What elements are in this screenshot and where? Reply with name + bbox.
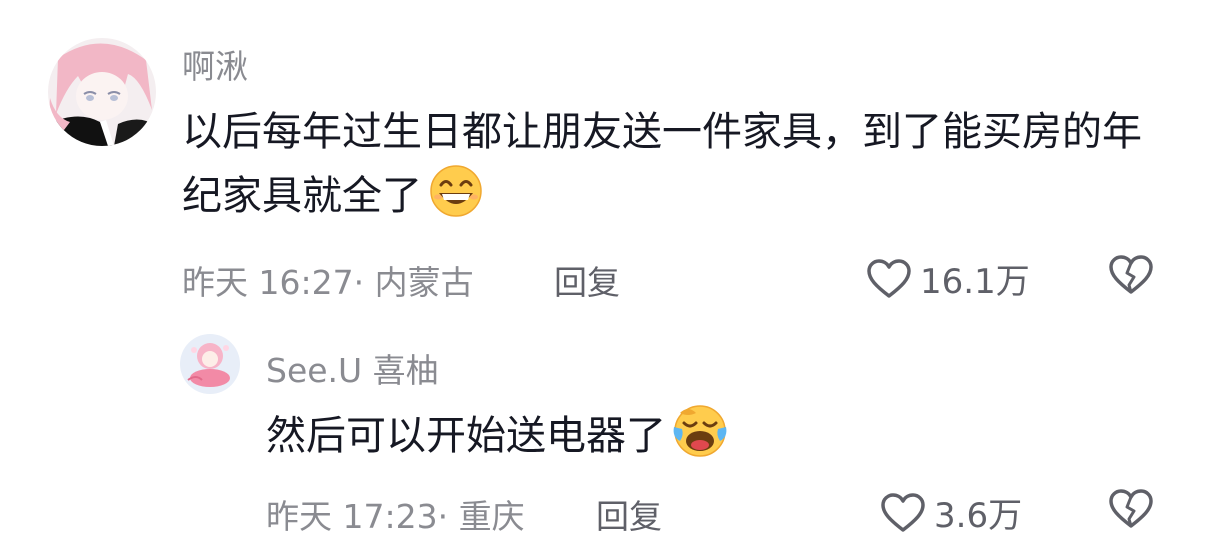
broken-heart-icon xyxy=(1109,255,1153,294)
heart-outline-icon xyxy=(881,492,925,532)
comment-text: 以后每年过生日都让朋友送一件家具，到了能买房的年纪家具就全了 xyxy=(182,100,1172,236)
comment-text-content: 以后每年过生日都让朋友送一件家具，到了能买房的年纪家具就全了 xyxy=(182,109,1142,219)
like-button[interactable]: 3.6万 xyxy=(880,488,1022,537)
comment-meta: 昨天 16:27· 内蒙古 xyxy=(182,263,474,302)
grinning-face-emoji xyxy=(426,165,486,236)
reply-button[interactable]: 回复 xyxy=(554,256,620,304)
like-count: 3.6万 xyxy=(934,496,1023,536)
comment-text-content: 然后可以开始送电器了 xyxy=(266,413,666,459)
like-button[interactable]: 16.1万 xyxy=(866,254,1030,303)
username[interactable]: 啊湫 xyxy=(182,40,248,88)
rolling-on-floor-laughing-emoji xyxy=(670,405,730,476)
broken-heart-icon xyxy=(1109,489,1153,528)
reply-button[interactable]: 回复 xyxy=(596,490,662,538)
avatar[interactable] xyxy=(180,334,240,394)
comment-meta: 昨天 17:23· 重庆 xyxy=(266,497,525,536)
heart-outline-icon xyxy=(867,258,911,298)
comment-text: 然后可以开始送电器了 xyxy=(266,404,1166,476)
dislike-button[interactable] xyxy=(1108,254,1154,300)
avatar[interactable] xyxy=(48,38,156,146)
like-count: 16.1万 xyxy=(920,262,1030,302)
dislike-button[interactable] xyxy=(1108,488,1154,534)
username[interactable]: See.U 喜柚 xyxy=(266,344,439,392)
